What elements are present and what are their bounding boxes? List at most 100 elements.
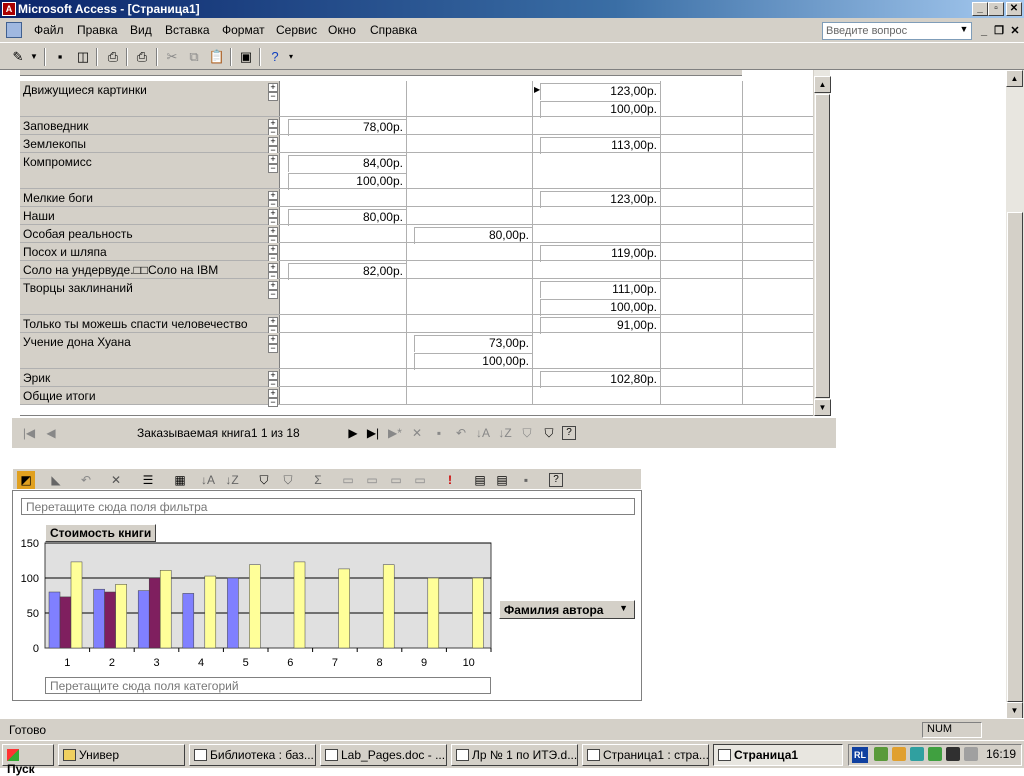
pivot-vertical-scrollbar[interactable]: ▲ ▼ [813, 70, 831, 416]
pivot-cell[interactable]: 123,00р. [540, 191, 660, 208]
pivot-row-label[interactable]: Движущиеся картинки [20, 81, 280, 116]
pivot-cell[interactable]: 91,00р. [540, 317, 660, 334]
delete-icon[interactable]: ✕ [107, 471, 125, 489]
scroll-down-button[interactable]: ▼ [814, 399, 831, 416]
pivot-cell[interactable] [540, 173, 660, 190]
bar[interactable] [115, 584, 127, 649]
view-dropdown-icon[interactable]: ▼ [28, 47, 40, 67]
pivot-row-label[interactable]: Наши [20, 207, 280, 224]
page-scroll-down-button[interactable]: ▼ [1006, 702, 1023, 719]
last-record-icon[interactable]: ▶| [364, 424, 382, 442]
undo-record-icon[interactable]: ↶ [452, 424, 470, 442]
show-top-icon[interactable]: ⛉ [279, 471, 297, 489]
design-view-icon[interactable]: ✎ [8, 47, 28, 67]
autocalc-icon[interactable]: Σ [309, 471, 327, 489]
pivot-cell[interactable] [414, 371, 532, 388]
start-button[interactable]: Пуск [2, 744, 54, 776]
bar[interactable] [249, 564, 261, 649]
export-icon[interactable]: ▤ [471, 471, 489, 489]
paste-icon[interactable]: 📋 [207, 47, 227, 67]
pivot-cell[interactable] [540, 227, 660, 244]
drop-areas-icon[interactable]: ▭ [411, 471, 429, 489]
pivot-row-label[interactable]: Землекопы [20, 135, 280, 152]
pivot-cell[interactable] [414, 137, 532, 154]
tray-antivirus-icon[interactable] [928, 747, 942, 761]
print-icon[interactable]: ⎙ [132, 47, 152, 67]
page-scroll-thumb[interactable] [1007, 212, 1023, 702]
menu-tools[interactable]: Сервис [276, 23, 317, 37]
pivot-row-label[interactable]: Соло на ундервуде.□□Соло на IBM [20, 261, 280, 278]
task-page1[interactable]: Страница1 [713, 744, 843, 766]
minimize-button[interactable]: _ [972, 2, 988, 16]
pivot-cell[interactable]: 111,00р. [540, 281, 660, 298]
bar[interactable] [427, 577, 440, 649]
series-field-button[interactable]: Фамилия автора ▼ [499, 600, 635, 619]
collapse-minus-icon[interactable]: − [268, 290, 278, 299]
tray-app-icon[interactable] [892, 747, 906, 761]
scroll-up-button[interactable]: ▲ [814, 76, 831, 93]
next-record-icon[interactable]: ▶ [344, 424, 362, 442]
pivot-cell[interactable] [540, 389, 660, 406]
pivot-cell[interactable] [414, 155, 532, 172]
menu-view[interactable]: Вид [130, 23, 152, 37]
pivot-cell[interactable]: 80,00р. [288, 209, 406, 226]
menu-window[interactable]: Окно [328, 23, 356, 37]
filter-drop-zone[interactable]: Перетащите сюда поля фильтра [21, 498, 635, 515]
legend-icon[interactable]: ▭ [387, 471, 405, 489]
pivot-cell[interactable]: 78,00р. [288, 119, 406, 136]
multi-chart-icon[interactable]: ▭ [339, 471, 357, 489]
pivot-cell[interactable] [540, 119, 660, 136]
pivot-row-label[interactable]: Заповедник [20, 117, 280, 134]
menu-format[interactable]: Формат [222, 23, 265, 37]
by-row-col-icon[interactable]: ▭ [363, 471, 381, 489]
pivot-cell[interactable] [414, 191, 532, 208]
tray-network-icon[interactable] [874, 747, 888, 761]
task-library[interactable]: Библиотека : баз... [189, 744, 316, 766]
first-record-icon[interactable]: |◀ [20, 424, 38, 442]
help-icon[interactable]: ? [265, 47, 285, 67]
pivot-cell[interactable] [288, 317, 406, 334]
pivot-cell[interactable] [414, 209, 532, 226]
pivot-row-label[interactable]: Только ты можешь спасти человечество [20, 315, 280, 332]
pivot-row-label[interactable]: Компромисс [20, 153, 280, 188]
document-icon[interactable] [6, 22, 22, 38]
collapse-minus-icon[interactable]: − [268, 92, 278, 101]
bar[interactable] [104, 591, 116, 649]
access-app-icon[interactable]: A [2, 2, 16, 16]
field-icon[interactable]: ▪ [517, 471, 535, 489]
pivot-cell[interactable]: 123,00р. [540, 83, 660, 100]
tray-volume-icon[interactable] [964, 747, 978, 761]
scroll-thumb[interactable] [815, 94, 830, 398]
mdi-close-button[interactable]: ✕ [1007, 23, 1023, 39]
sort-descending-icon[interactable]: ↓Z [496, 424, 514, 442]
pivot-cell[interactable] [414, 389, 532, 406]
new-record-icon[interactable]: ▶* [386, 424, 404, 442]
pivot-cell[interactable] [414, 263, 532, 280]
bar[interactable] [148, 577, 161, 649]
bar[interactable] [137, 590, 150, 649]
save-record-icon[interactable]: ▪ [430, 424, 448, 442]
tray-audio-icon[interactable] [946, 747, 960, 761]
cut-icon[interactable]: ✂ [162, 47, 182, 67]
pivot-row-label[interactable]: Особая реальность [20, 225, 280, 242]
bar[interactable] [48, 591, 61, 649]
pivot-row-label[interactable]: Мелкие боги [20, 189, 280, 206]
bar[interactable] [70, 561, 83, 649]
menu-file[interactable]: Файл [34, 23, 64, 37]
pivot-cell[interactable] [288, 281, 406, 298]
pivot-cell[interactable]: 84,00р. [288, 155, 406, 172]
commands-icon[interactable]: ▤ [493, 471, 511, 489]
task-lab-pages[interactable]: Lab_Pages.doc - ... [320, 744, 447, 766]
pivot-cell[interactable] [288, 371, 406, 388]
help-icon[interactable]: ? [549, 473, 563, 487]
save-icon[interactable]: ▪ [50, 47, 70, 67]
toolbar-options-icon[interactable]: ▾ [286, 47, 296, 67]
bar[interactable] [93, 588, 105, 649]
pivot-cell[interactable] [288, 191, 406, 208]
apply-filter-icon[interactable]: ⛉ [540, 424, 558, 442]
refresh-icon[interactable]: ! [441, 471, 459, 489]
pivot-cell[interactable] [288, 299, 406, 316]
page-scroll-up-button[interactable]: ▲ [1006, 70, 1023, 87]
bar[interactable] [227, 577, 239, 649]
page-vertical-scrollbar[interactable]: ▲ ▼ [1006, 70, 1024, 719]
